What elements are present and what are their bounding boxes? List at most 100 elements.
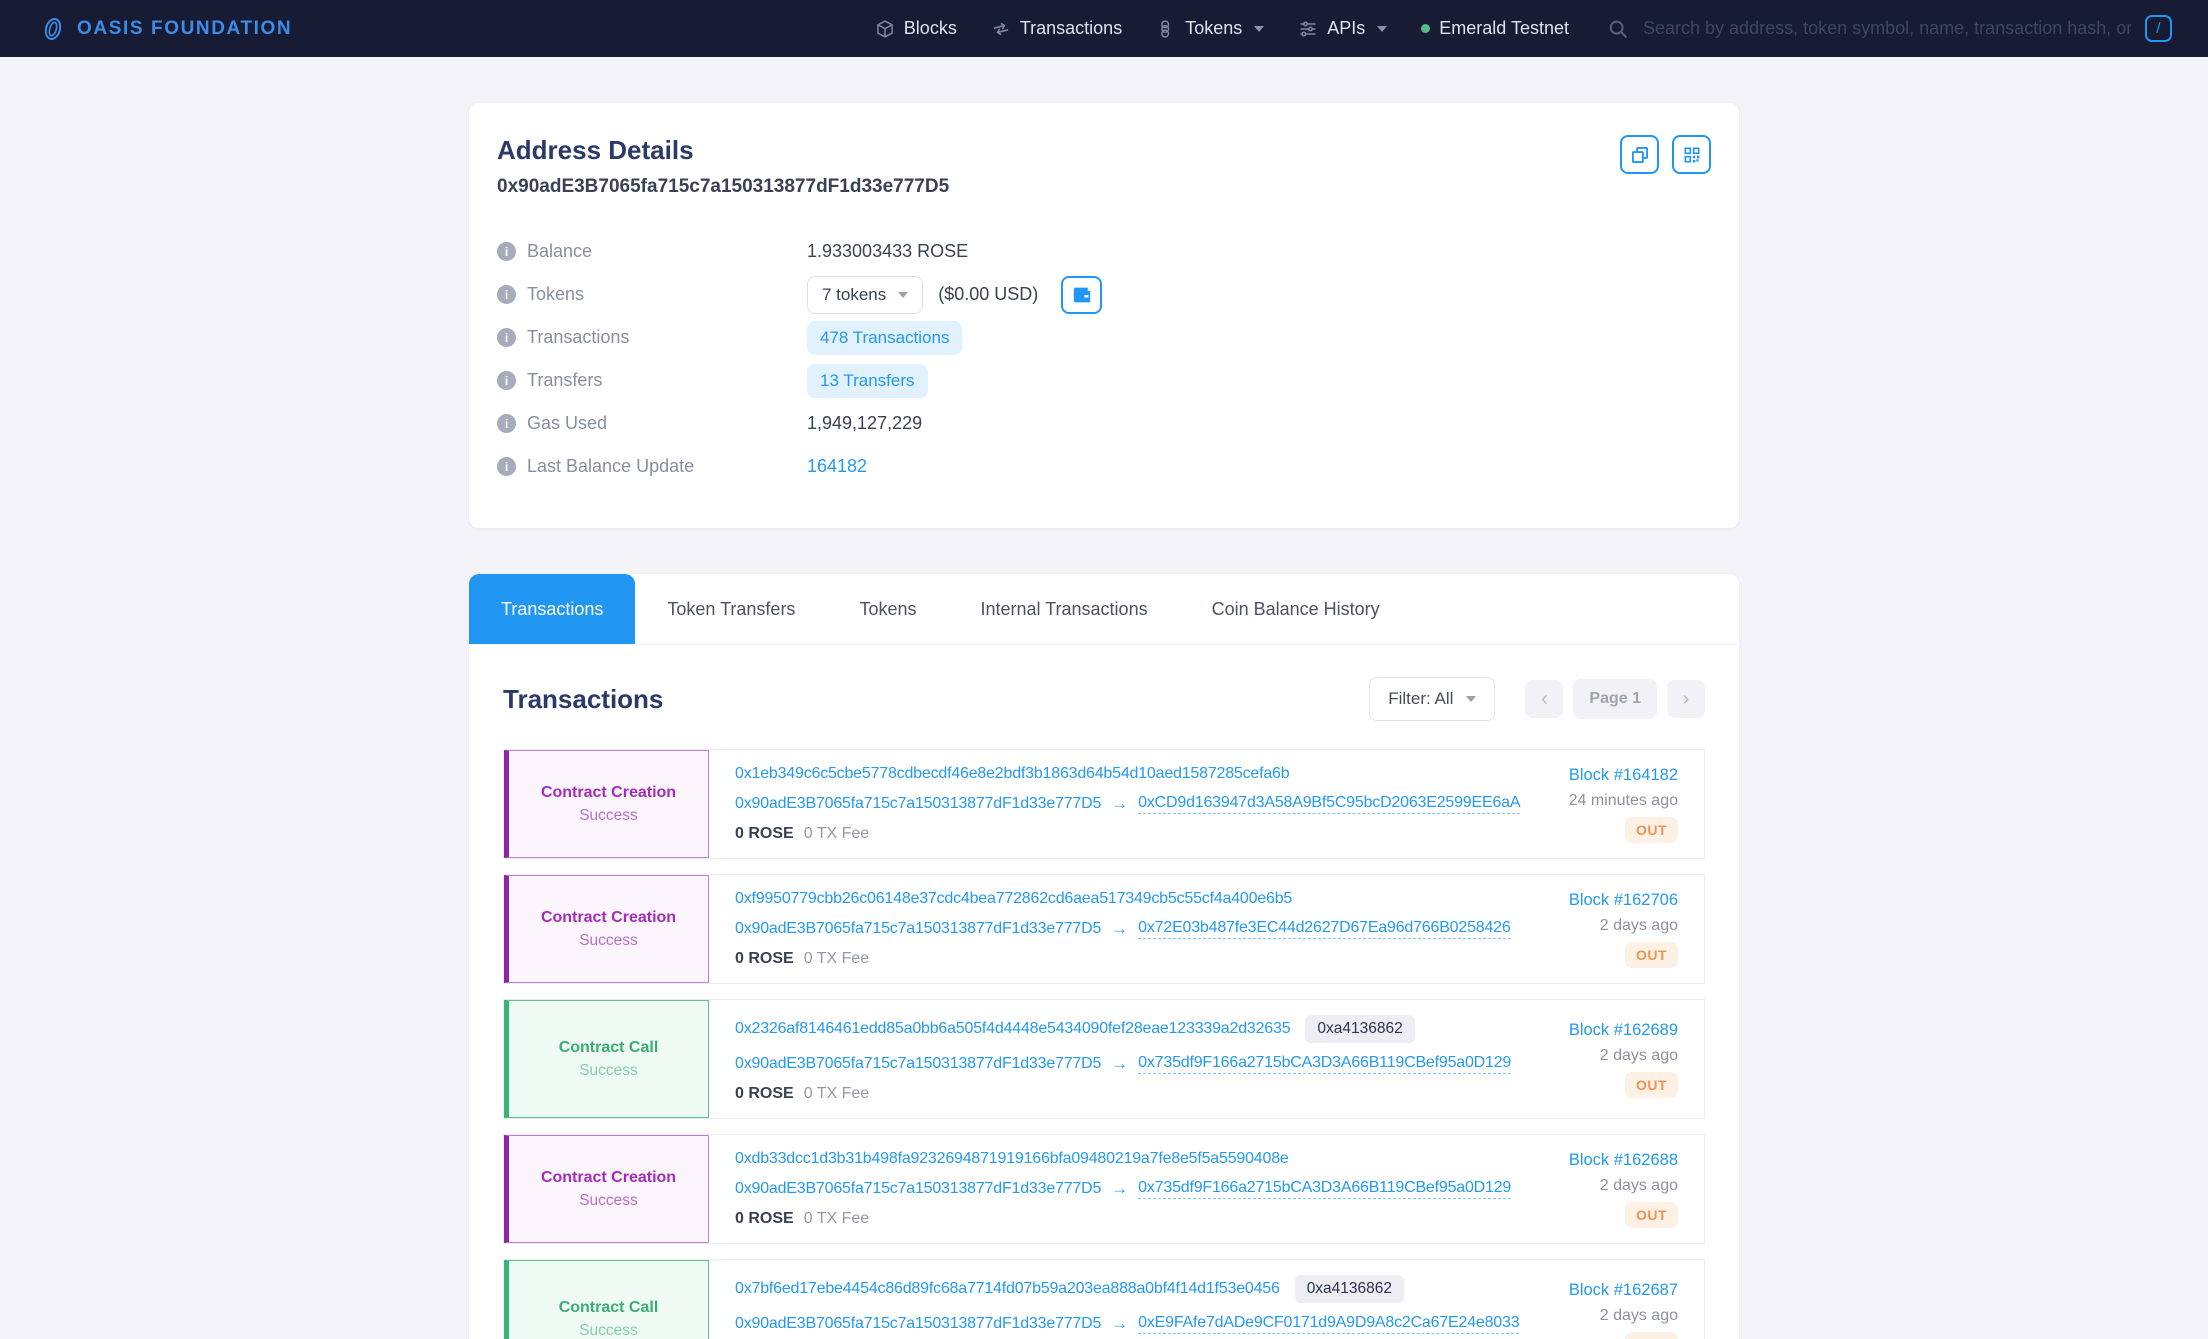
tx-from-address-link[interactable]: 0x90adE3B7065fa715c7a150313877dF1d33e777… bbox=[735, 795, 1101, 813]
transfers-count-badge[interactable]: 13 Transfers bbox=[807, 364, 928, 398]
tx-fee: 0 TX Fee bbox=[804, 825, 870, 843]
slash-shortcut-badge[interactable]: / bbox=[2145, 15, 2172, 42]
tx-from-address-link[interactable]: 0x90adE3B7065fa715c7a150313877dF1d33e777… bbox=[735, 1180, 1101, 1198]
network-dot-icon bbox=[1421, 24, 1430, 33]
info-icon: i bbox=[497, 242, 516, 261]
wallet-button[interactable] bbox=[1061, 276, 1102, 314]
tx-fee: 0 TX Fee bbox=[804, 1085, 870, 1103]
detail-row-tokens: i Tokens 7 tokens ($0.00 USD) bbox=[497, 273, 1711, 316]
nav-items: Blocks Transactions Tokens APIs Emerald Test… bbox=[875, 18, 1569, 39]
page-indicator: Page 1 bbox=[1573, 679, 1657, 719]
tab-token-transfers[interactable]: Token Transfers bbox=[635, 574, 827, 644]
transfer-arrows-icon bbox=[991, 19, 1011, 39]
chevron-down-icon bbox=[1466, 696, 1476, 702]
tx-amount: 0 ROSE bbox=[735, 825, 794, 843]
copy-address-button[interactable] bbox=[1620, 135, 1659, 174]
nav-item-blocks[interactable]: Blocks bbox=[875, 18, 957, 39]
nav-item-emerald-testnet[interactable]: Emerald Testnet bbox=[1421, 18, 1569, 39]
tx-hash-link[interactable]: 0x7bf6ed17ebe4454c86d89fc68a7714fd07b59a… bbox=[735, 1280, 1280, 1298]
tokens-dropdown[interactable]: 7 tokens bbox=[807, 276, 923, 314]
transactions-list: Contract CreationSuccess0x1eb349c6c5cbe5… bbox=[503, 749, 1705, 1339]
block-link[interactable]: Block #162688 bbox=[1569, 1151, 1678, 1170]
direction-badge: OUT bbox=[1625, 817, 1678, 843]
tx-to-address-link[interactable]: 0x72E03b487fe3EC44d2627D67Ea96d766B02584… bbox=[1138, 919, 1510, 939]
tab-bar: TransactionsToken TransfersTokensInterna… bbox=[469, 574, 1739, 645]
block-link[interactable]: Block #164182 bbox=[1569, 766, 1678, 785]
filter-dropdown[interactable]: Filter: All bbox=[1369, 677, 1495, 721]
tab-internal-transactions[interactable]: Internal Transactions bbox=[948, 574, 1179, 644]
brand-name: OASIS FOUNDATION bbox=[77, 18, 292, 40]
tx-age: 24 minutes ago bbox=[1569, 792, 1678, 810]
arrow-right-icon: → bbox=[1111, 1054, 1128, 1074]
tx-fee: 0 TX Fee bbox=[804, 950, 870, 968]
prev-page-button[interactable]: ‹ bbox=[1525, 680, 1563, 718]
block-link[interactable]: Block #162689 bbox=[1569, 1021, 1678, 1040]
tx-meta: Block #162706 2 days ago OUT bbox=[1499, 875, 1704, 983]
tx-to-address-link[interactable]: 0x735df9F166a2715bCA3D3A66B119CBef95a0D1… bbox=[1138, 1054, 1511, 1074]
info-icon: i bbox=[497, 457, 516, 476]
balance-value: 1.933003433 ROSE bbox=[807, 241, 968, 262]
tx-amount: 0 ROSE bbox=[735, 950, 794, 968]
transaction-row: Contract CreationSuccess 0x1eb349c6c5cbe5… bbox=[503, 749, 1705, 859]
tx-to-address-link[interactable]: 0xCD9d163947d3A58A9Bf5C95bcD2063E2599EE6… bbox=[1138, 794, 1520, 814]
tx-hash-link[interactable]: 0x2326af8146461edd85a0bb6a505f4d4448e543… bbox=[735, 1020, 1290, 1038]
tx-hash-link[interactable]: 0x1eb349c6c5cbe5778cdbecdf46e8e2bdf3b186… bbox=[735, 765, 1289, 783]
tx-meta: Block #162689 2 days ago OUT bbox=[1499, 1000, 1704, 1118]
direction-badge: OUT bbox=[1625, 942, 1678, 968]
detail-row-last-balance-update: i Last Balance Update 164182 bbox=[497, 445, 1711, 488]
tx-hash-link[interactable]: 0xdb33dcc1d3b31b498fa9232694871919166bfa… bbox=[735, 1150, 1289, 1168]
search-input[interactable] bbox=[1643, 18, 2131, 39]
tx-status-badge: Contract CreationSuccess bbox=[504, 750, 709, 858]
tx-type-label: Contract Call bbox=[559, 1039, 659, 1057]
transaction-row: Contract CreationSuccess0xf9950779cbb26c… bbox=[503, 874, 1705, 984]
info-icon: i bbox=[497, 328, 516, 347]
qr-code-button[interactable] bbox=[1672, 135, 1711, 174]
block-link[interactable]: Block #162706 bbox=[1569, 891, 1678, 910]
tx-from-address-link[interactable]: 0x90adE3B7065fa715c7a150313877dF1d33e777… bbox=[735, 1315, 1101, 1333]
direction-badge: OUT bbox=[1625, 1072, 1678, 1098]
sliders-icon bbox=[1298, 19, 1318, 39]
tx-details: 0xf9950779cbb26c06148e37cdc4bea772862cd6… bbox=[709, 875, 1499, 983]
tab-tokens[interactable]: Tokens bbox=[827, 574, 948, 644]
direction-badge: OUT bbox=[1625, 1332, 1678, 1339]
tx-fee: 0 TX Fee bbox=[804, 1210, 870, 1228]
tx-result-label: Success bbox=[579, 1192, 638, 1210]
tab-coin-balance-history[interactable]: Coin Balance History bbox=[1180, 574, 1412, 644]
tx-details: 0x7bf6ed17ebe4454c86d89fc68a7714fd07b59a… bbox=[709, 1260, 1499, 1339]
transactions-heading: Transactions bbox=[503, 684, 663, 715]
direction-badge: OUT bbox=[1625, 1202, 1678, 1228]
tx-from-address-link[interactable]: 0x90adE3B7065fa715c7a150313877dF1d33e777… bbox=[735, 920, 1101, 938]
tx-status-badge: Contract CreationSuccess bbox=[504, 1135, 709, 1243]
tx-to-address-link[interactable]: 0xE9FAfe7dADe9CF0171d9A9D9A8c2Ca67E24e80… bbox=[1138, 1314, 1519, 1334]
nav-item-tokens[interactable]: Tokens bbox=[1156, 18, 1264, 39]
nav-item-label: Blocks bbox=[904, 18, 957, 39]
tx-to-address-link[interactable]: 0x735df9F166a2715bCA3D3A66B119CBef95a0D1… bbox=[1138, 1179, 1511, 1199]
tx-hash-link[interactable]: 0xf9950779cbb26c06148e37cdc4bea772862cd6… bbox=[735, 890, 1292, 908]
gas-used-label: Gas Used bbox=[527, 413, 607, 434]
detail-row-transfers: i Transfers 13 Transfers bbox=[497, 359, 1711, 402]
last-balance-update-link[interactable]: 164182 bbox=[807, 456, 867, 477]
block-link[interactable]: Block #162687 bbox=[1569, 1281, 1678, 1300]
transaction-row: Contract CallSuccess0x7bf6ed17ebe4454c86… bbox=[503, 1259, 1705, 1339]
tx-details: 0x1eb349c6c5cbe5778cdbecdf46e8e2bdf3b186… bbox=[709, 750, 1499, 858]
tab-transactions[interactable]: Transactions bbox=[469, 574, 635, 644]
brand-logo[interactable]: OASIS FOUNDATION bbox=[40, 16, 292, 42]
transaction-row: Contract CreationSuccess 0xdb33dcc1d3b31b… bbox=[503, 1134, 1705, 1244]
info-icon: i bbox=[497, 285, 516, 304]
tx-type-label: Contract Creation bbox=[541, 784, 676, 802]
transactions-count-badge[interactable]: 478 Transactions bbox=[807, 321, 962, 355]
tx-from-address-link[interactable]: 0x90adE3B7065fa715c7a150313877dF1d33e777… bbox=[735, 1055, 1101, 1073]
tx-meta: Block #1626872 days agoOUT bbox=[1499, 1260, 1704, 1339]
detail-row-transactions: i Transactions 478 Transactions bbox=[497, 316, 1711, 359]
nav-item-label: APIs bbox=[1327, 18, 1365, 39]
nav-item-apis[interactable]: APIs bbox=[1298, 18, 1387, 39]
qr-code-icon bbox=[1682, 145, 1702, 165]
nav-item-transactions[interactable]: Transactions bbox=[991, 18, 1122, 39]
tx-method-tag: 0xa4136862 bbox=[1305, 1015, 1414, 1043]
pagination: ‹ Page 1 › bbox=[1525, 679, 1705, 719]
tx-age: 2 days ago bbox=[1600, 917, 1678, 935]
tx-method-tag: 0xa4136862 bbox=[1295, 1275, 1404, 1303]
next-page-button[interactable]: › bbox=[1667, 680, 1705, 718]
tx-age: 2 days ago bbox=[1600, 1047, 1678, 1065]
tokens-usd-value: ($0.00 USD) bbox=[938, 284, 1038, 305]
